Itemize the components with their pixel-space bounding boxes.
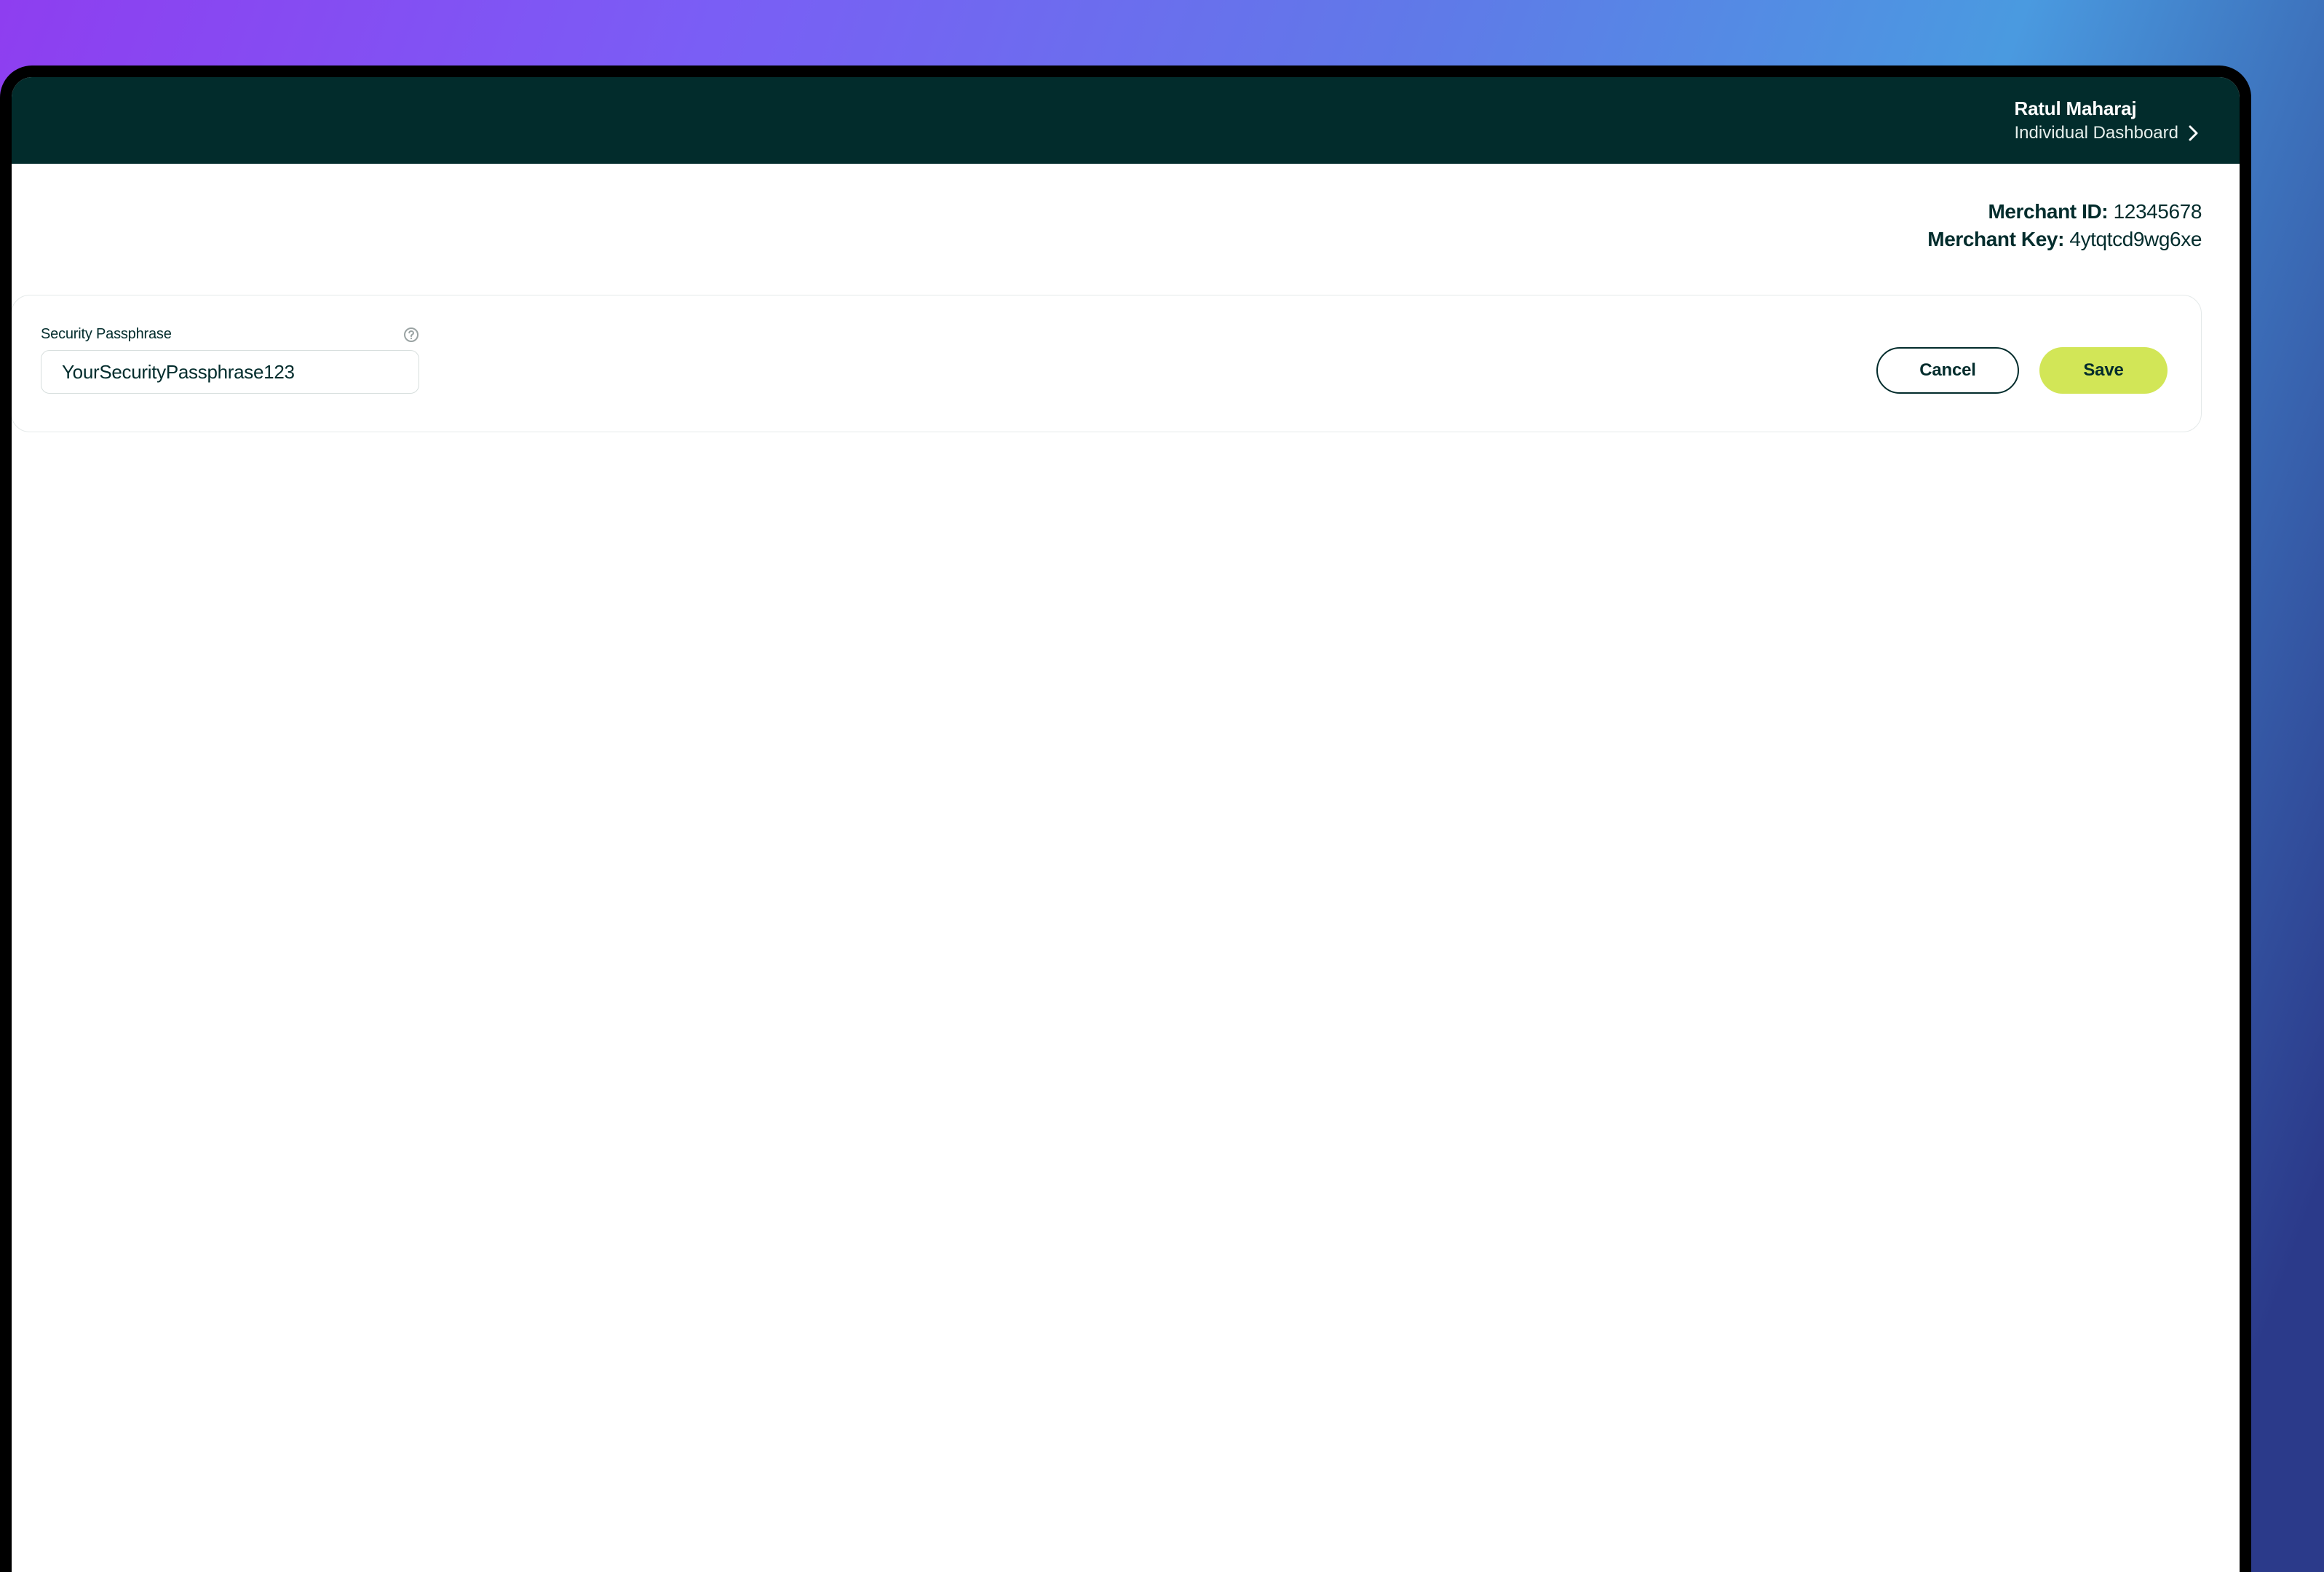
merchant-id-label: Merchant ID: (1988, 200, 2108, 223)
save-button[interactable]: Save (2039, 347, 2168, 394)
passphrase-field-wrap: Security Passphrase (41, 326, 419, 394)
merchant-id-row: Merchant ID: 12345678 (1927, 200, 2202, 223)
passphrase-label: Security Passphrase (41, 326, 172, 343)
passphrase-input[interactable] (41, 350, 419, 394)
user-block: Ratul Maharaj Individual Dashboard (2015, 98, 2199, 143)
help-icon[interactable] (403, 327, 419, 343)
top-bar: Ratul Maharaj Individual Dashboard (12, 77, 2240, 164)
merchant-info: Merchant ID: 12345678 Merchant Key: 4ytq… (1927, 200, 2202, 251)
passphrase-label-row: Security Passphrase (41, 326, 419, 343)
dashboard-label: Individual Dashboard (2015, 123, 2178, 143)
device-frame: Ratul Maharaj Individual Dashboard Merch… (0, 66, 2251, 1572)
page-content: Merchant ID: 12345678 Merchant Key: 4ytq… (12, 164, 2240, 1572)
cancel-button[interactable]: Cancel (1876, 347, 2019, 394)
chevron-right-icon (2189, 125, 2199, 141)
user-name: Ratul Maharaj (2015, 98, 2199, 120)
passphrase-card: Security Passphrase Cancel Save (12, 295, 2202, 432)
merchant-key-value: 4ytqtcd9wg6xe (2069, 228, 2202, 250)
merchant-key-label: Merchant Key: (1927, 228, 2064, 250)
form-actions: Cancel Save (1876, 347, 2168, 394)
merchant-id-value: 12345678 (2114, 200, 2202, 223)
app-screen: Ratul Maharaj Individual Dashboard Merch… (12, 77, 2240, 1572)
dashboard-switcher[interactable]: Individual Dashboard (2015, 123, 2199, 143)
merchant-key-row: Merchant Key: 4ytqtcd9wg6xe (1927, 228, 2202, 251)
